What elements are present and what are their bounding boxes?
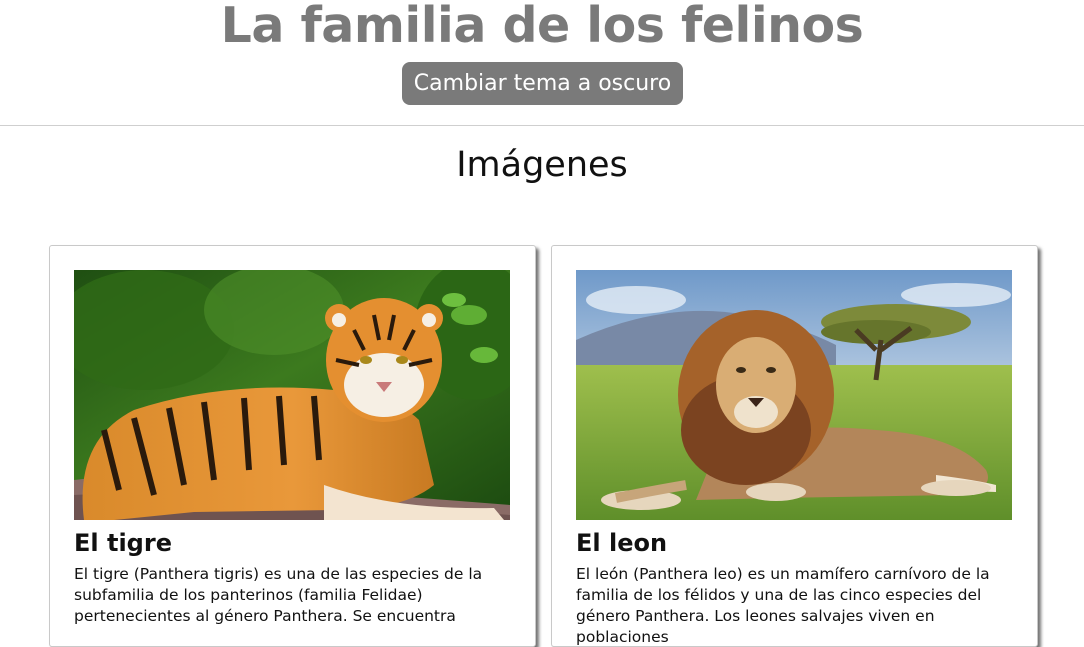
- lion-image: [576, 270, 1012, 520]
- card-tiger: El tigre El tigre (Panthera tigris) es u…: [49, 245, 536, 647]
- tiger-image: [74, 270, 510, 520]
- section-title: Imágenes: [456, 145, 628, 185]
- card-lion: El leon El león (Panthera leo) es un mam…: [551, 245, 1038, 647]
- site-title: La familia de los felinos: [220, 0, 864, 54]
- page-header: La familia de los felinos Cambiar tema a…: [0, 0, 1084, 126]
- change-theme-button[interactable]: Cambiar tema a oscuro: [402, 62, 683, 105]
- card-text: El tigre (Panthera tigris) es una de las…: [74, 565, 483, 625]
- card-title: El tigre: [74, 529, 172, 557]
- card-title: El leon: [576, 529, 668, 557]
- card-text: El león (Panthera leo) es un mamífero ca…: [576, 565, 990, 646]
